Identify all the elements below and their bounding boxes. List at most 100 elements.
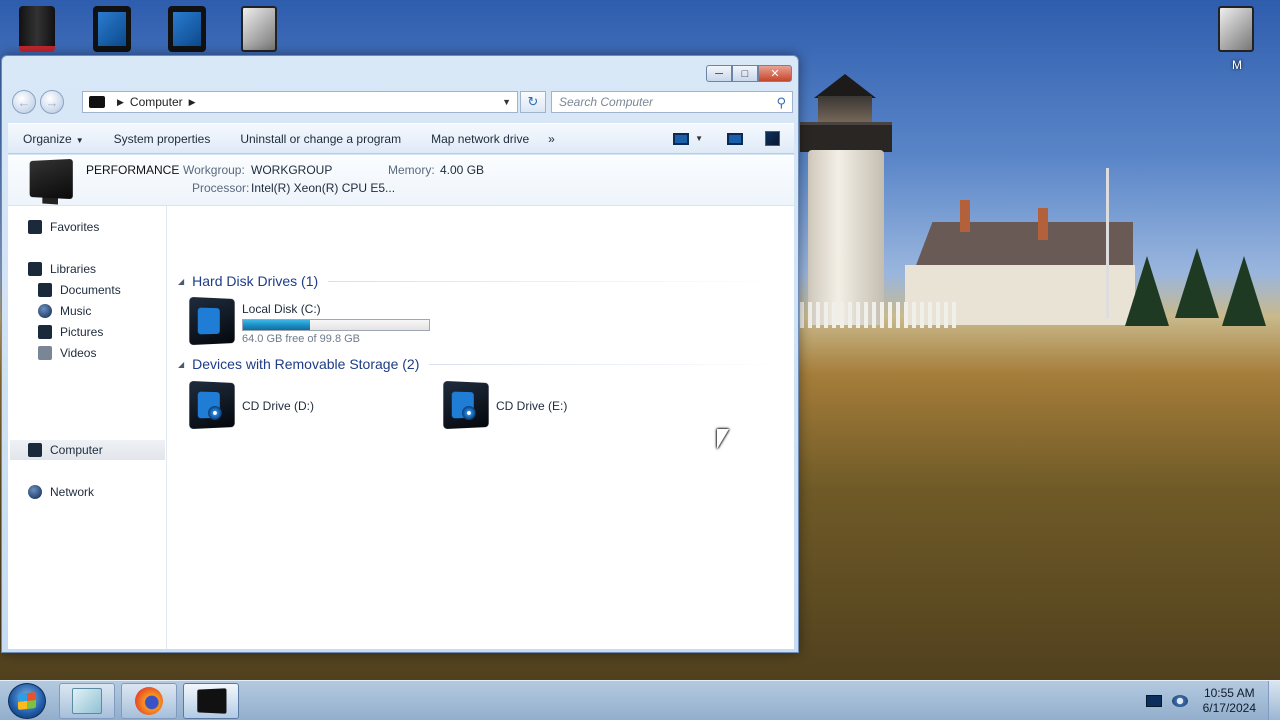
document-icon [38,283,52,297]
picture-icon [38,325,52,339]
network-globe-icon [28,485,42,499]
sidebar-item-favorites[interactable]: Favorites [28,217,99,237]
wallpaper-lighthouse-lantern [818,96,872,124]
minimize-button[interactable]: ─ [706,65,732,82]
forward-button[interactable]: → [40,90,64,114]
workgroup-label: Workgroup: [183,163,245,177]
organize-button[interactable]: Organize ▼ [8,132,99,146]
workgroup-value: WORKGROUP [251,163,333,177]
preview-pane-icon[interactable] [727,132,743,145]
sidebar-item-computer[interactable]: Computer [10,440,165,460]
taskbar-firefox-button[interactable] [121,683,177,719]
system-clock[interactable]: 10:55 AM 6/17/2024 [1203,686,1256,716]
chevron-down-icon[interactable]: ▼ [695,134,703,143]
explorer-window: ─ □ ✕ ← → ▶ Computer ▶ ▼ ↻ Search Comput… [1,55,799,653]
sidebar-item-libraries[interactable]: Libraries [28,259,96,279]
chevron-down-icon: ▼ [75,135,84,145]
file-list: ◢ Hard Disk Drives (1) Local Disk (C:) 6… [168,206,794,649]
sidebar-item-network[interactable]: Network [28,482,94,502]
processor-label: Processor: [192,181,250,195]
wallpaper-fence [800,302,960,328]
collapse-triangle-icon[interactable]: ◢ [178,360,184,369]
more-commands-button[interactable]: » [544,132,559,146]
maximize-button[interactable]: □ [732,65,758,82]
search-input[interactable]: Search Computer ⚲ [551,91,793,113]
drive-c-free-space: 64.0 GB free of 99.8 GB [242,333,361,345]
close-button[interactable]: ✕ [758,65,792,82]
command-bar: Organize ▼ System properties Uninstall or… [8,123,794,154]
group-header-hard-disks[interactable]: ◢ Hard Disk Drives (1) [178,273,784,289]
start-button[interactable] [8,683,46,719]
drive-c-usage-bar [242,319,430,331]
system-properties-button[interactable]: System properties [99,132,226,146]
video-icon [38,346,52,360]
sidebar-item-videos[interactable]: Videos [38,343,96,363]
address-bar[interactable]: ▶ Computer ▶ ▼ [82,91,518,113]
taskbar-computer-button[interactable] [183,683,239,719]
wallpaper-chimney [960,200,970,232]
caption-buttons: ─ □ ✕ [706,65,792,82]
map-network-drive-button[interactable]: Map network drive [416,132,544,146]
taskbar-explorer-button[interactable] [59,683,115,719]
chevron-right-icon[interactable]: ▶ [189,97,196,108]
address-location[interactable]: Computer [130,95,183,109]
details-pane: PERFORMANCE Workgroup: WORKGROUP Memory:… [8,155,794,205]
wallpaper-tree [1125,256,1169,326]
sidebar-item-documents[interactable]: Documents [38,280,121,300]
desktop-tower-pc-icon[interactable] [14,4,60,54]
computer-monitor-icon [197,688,227,714]
wallpaper-roof [915,222,1133,268]
sidebar-item-music[interactable]: Music [38,301,91,321]
uninstall-program-button[interactable]: Uninstall or change a program [225,132,416,146]
navigation-bar: ← → ▶ Computer ▶ ▼ ↻ Search Computer ⚲ [10,88,793,114]
processor-value: Intel(R) Xeon(R) CPU E5... [251,181,396,195]
drive-cd-e[interactable]: CD Drive (E:) [443,380,568,430]
clock-time: 10:55 AM [1203,686,1255,700]
help-icon[interactable] [765,131,780,146]
wallpaper-lighthouse [808,150,884,325]
group-header-removable[interactable]: ◢ Devices with Removable Storage (2) [178,356,784,372]
computer-icon [28,443,42,457]
drive-cd-d[interactable]: CD Drive (D:) [189,380,314,430]
star-icon [28,220,42,234]
music-icon [38,304,52,318]
search-icon[interactable]: ⚲ [776,95,786,111]
memory-value: 4.00 GB [440,163,485,177]
collapse-triangle-icon[interactable]: ◢ [178,277,184,286]
navigation-pane: Favorites Libraries Documents Music Pict… [8,206,167,649]
wallpaper-lighthouse-gallery [800,122,892,152]
desktop-documents-icon[interactable] [236,4,282,54]
wallpaper-tree [1175,248,1219,318]
content-area: Favorites Libraries Documents Music Pict… [8,206,794,649]
desktop-m-label: M [1232,58,1242,72]
mouse-cursor-icon [717,429,729,449]
chevron-down-icon[interactable]: ▼ [502,97,511,107]
cd-drive-icon [189,380,235,430]
computer-icon [89,96,105,108]
drive-e-name: CD Drive (E:) [496,399,568,413]
volume-tray-icon[interactable] [1172,695,1188,707]
memory-label: Memory: [388,163,435,177]
desktop-tablet-icon[interactable] [89,4,135,54]
file-explorer-icon [72,688,102,714]
chevron-right-icon[interactable]: ▶ [117,97,124,108]
clock-date: 6/17/2024 [1202,701,1256,715]
sidebar-item-pictures[interactable]: Pictures [38,322,103,342]
search-placeholder: Search Computer [559,95,654,109]
wallpaper-flagpole [1106,168,1109,318]
desktop-tablet-icon[interactable] [164,4,210,54]
cd-drive-icon [443,380,489,430]
back-button[interactable]: ← [12,90,36,114]
drive-local-disk-c[interactable]: Local Disk (C:) 64.0 GB free of 99.8 GB [189,296,430,346]
drive-d-name: CD Drive (D:) [242,399,314,413]
wallpaper-chimney [1038,208,1048,240]
show-desktop-button[interactable] [1268,681,1280,720]
drive-c-name: Local Disk (C:) [242,302,321,316]
network-tray-icon[interactable] [1146,695,1162,707]
change-view-icon[interactable] [673,132,690,145]
wallpaper-lighthouse-cap [814,74,876,98]
desktop-m-icon[interactable] [1213,4,1259,54]
drive-c-usage-fill [243,320,310,330]
firefox-icon [135,687,163,715]
refresh-button[interactable]: ↻ [520,91,546,113]
